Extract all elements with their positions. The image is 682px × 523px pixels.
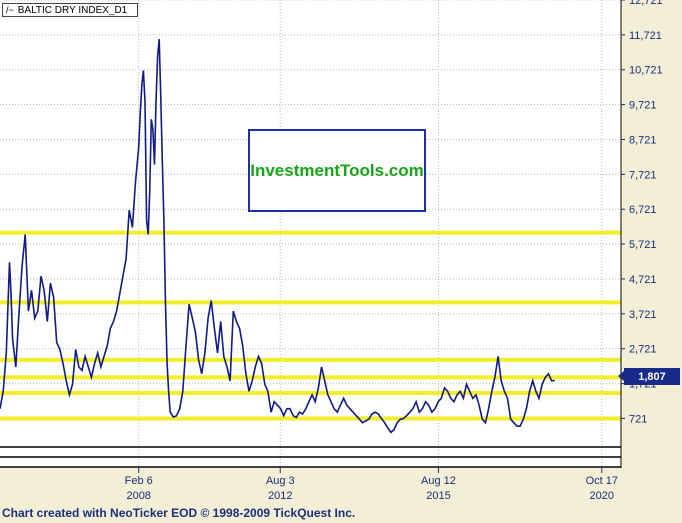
y-tick-label: 2,721: [629, 344, 657, 356]
x-tick-label: Aug 12: [421, 475, 456, 487]
x-tick-label: Oct 17: [586, 475, 618, 487]
last-value-label: 1,807: [638, 370, 666, 383]
y-tick-label: 7,721: [629, 169, 657, 181]
x-tick-year-label: 2020: [590, 490, 614, 502]
x-tick-label: Feb 6: [125, 475, 153, 487]
x-tick-year-label: 2012: [268, 490, 292, 502]
y-tick-label: 11,721: [629, 30, 662, 42]
x-tick-year-label: 2015: [426, 490, 450, 502]
x-tick-year-label: 2008: [126, 490, 150, 502]
y-tick-label: 4,721: [629, 274, 657, 286]
x-tick-label: Aug 3: [266, 475, 295, 487]
chart-title-box: /~ BALTIC DRY INDEX_D1: [2, 3, 138, 17]
watermark-text: InvestmentTools.com: [250, 160, 424, 180]
y-tick-label: 9,721: [629, 100, 657, 112]
y-tick-label: 6,721: [629, 204, 657, 216]
line-chart-icon: /~: [6, 5, 14, 15]
x-axis: Feb 6 2008 Aug 3 2012 Aug 12 2015 Oct 17 2020: [125, 468, 618, 502]
y-tick-label: 8,721: [629, 134, 657, 146]
chart-title: BALTIC DRY INDEX_D1: [17, 4, 128, 16]
last-value-badge: 1,807: [618, 368, 680, 385]
y-tick-label: 3,721: [629, 309, 657, 321]
footer-credit: Chart created with NeoTicker EOD © 1998-…: [2, 506, 356, 520]
y-axis: 7211,7212,7213,7214,7215,7216,7217,7218,…: [621, 0, 663, 425]
watermark-box: InvestmentTools.com: [248, 129, 426, 212]
y-tick-label: 10,721: [629, 65, 663, 77]
y-tick-label: 721: [629, 413, 647, 425]
y-tick-label: 5,721: [629, 239, 657, 251]
y-tick-label: 12,721: [629, 0, 663, 7]
chart-svg: 7211,7212,7213,7214,7215,7216,7217,7218,…: [0, 0, 663, 502]
